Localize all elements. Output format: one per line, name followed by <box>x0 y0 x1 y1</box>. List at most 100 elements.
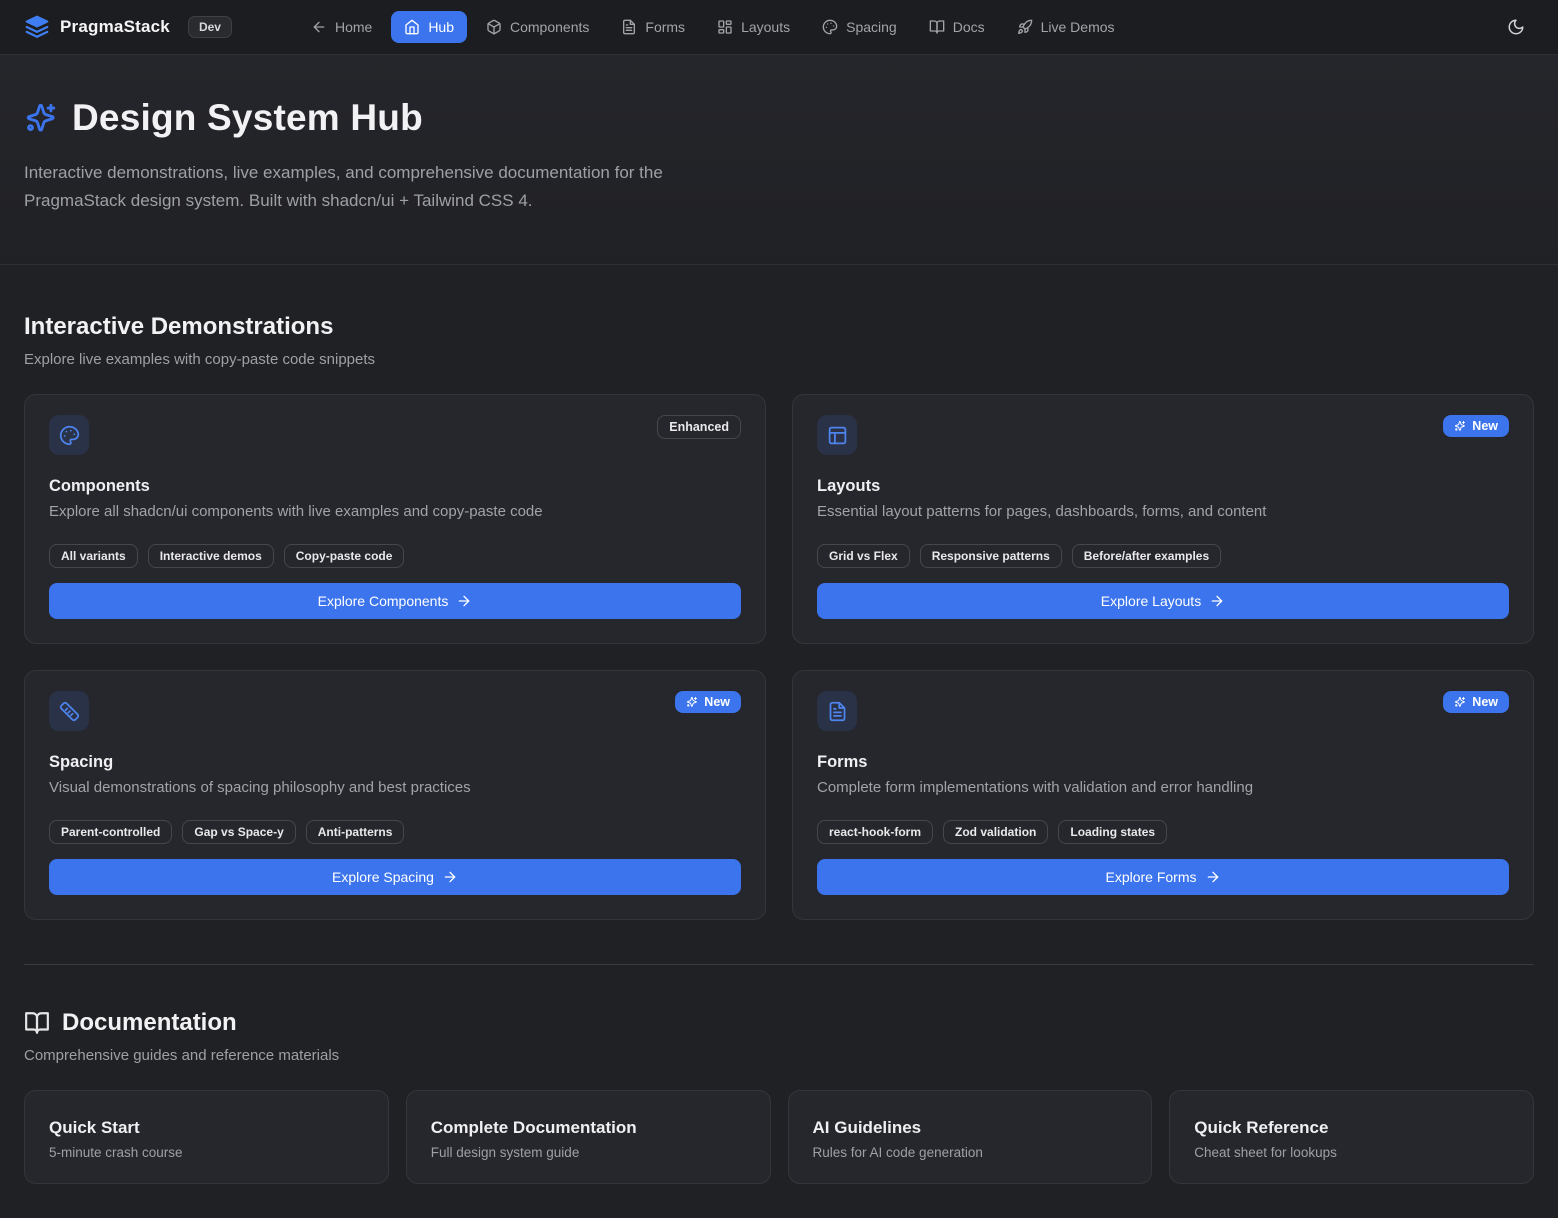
explore-spacing-button[interactable]: Explore Spacing <box>49 859 741 895</box>
nav-item-spacing[interactable]: Spacing <box>809 11 910 43</box>
sparkles-icon <box>24 101 58 135</box>
doc-card-ai-guidelines[interactable]: AI Guidelines Rules for AI code generati… <box>788 1090 1153 1184</box>
home-icon <box>404 19 420 35</box>
card-description: Explore all shadcn/ui components with li… <box>49 503 741 520</box>
layers-icon <box>24 14 50 40</box>
arrow-right-icon <box>456 593 472 609</box>
section-divider <box>24 964 1534 965</box>
doc-card-quick-start[interactable]: Quick Start 5-minute crash course <box>24 1090 389 1184</box>
card-icon-tile <box>49 691 89 731</box>
arrow-left-icon <box>311 19 327 35</box>
demo-card-grid: Enhanced Components Explore all shadcn/u… <box>24 394 1534 920</box>
rocket-icon <box>1017 19 1033 35</box>
new-badge: New <box>1443 415 1509 437</box>
nav-label: Forms <box>645 19 685 35</box>
file-text-icon <box>827 701 848 722</box>
panels-top-left-icon <box>827 425 848 446</box>
hero-section: Design System Hub Interactive demonstrat… <box>0 55 1558 265</box>
nav-item-hub[interactable]: Hub <box>391 11 467 43</box>
explore-components-button[interactable]: Explore Components <box>49 583 741 619</box>
arrow-right-icon <box>1205 869 1221 885</box>
nav-item-forms[interactable]: Forms <box>608 11 698 43</box>
badge-label: New <box>1472 419 1498 433</box>
nav-item-docs[interactable]: Docs <box>916 11 998 43</box>
tag: Zod validation <box>943 820 1048 844</box>
demo-card-layouts: New Layouts Essential layout patterns fo… <box>792 394 1534 644</box>
nav-label: Live Demos <box>1041 19 1115 35</box>
tag: Grid vs Flex <box>817 544 910 568</box>
card-description: Visual demonstrations of spacing philoso… <box>49 779 741 796</box>
documentation-section: Documentation Comprehensive guides and r… <box>0 1009 1558 1210</box>
demo-card-spacing: New Spacing Visual demonstrations of spa… <box>24 670 766 920</box>
explore-forms-button[interactable]: Explore Forms <box>817 859 1509 895</box>
card-icon-tile <box>49 415 89 455</box>
doc-card-complete-documentation[interactable]: Complete Documentation Full design syste… <box>406 1090 771 1184</box>
nav-item-home[interactable]: Home <box>298 11 385 43</box>
tag-row: react-hook-form Zod validation Loading s… <box>817 820 1509 844</box>
card-icon-tile <box>817 415 857 455</box>
card-icon-tile <box>817 691 857 731</box>
page-title: Design System Hub <box>72 97 423 139</box>
demos-section-title: Interactive Demonstrations <box>24 313 1534 341</box>
demo-card-components: Enhanced Components Explore all shadcn/u… <box>24 394 766 644</box>
moon-icon <box>1507 18 1525 36</box>
doc-card-title: Complete Documentation <box>431 1118 746 1138</box>
brand-name: PragmaStack <box>60 17 170 37</box>
documentation-subtitle: Comprehensive guides and reference mater… <box>24 1047 1534 1064</box>
card-title: Layouts <box>817 477 1509 496</box>
nav-label: Docs <box>953 19 985 35</box>
doc-card-title: Quick Reference <box>1194 1118 1509 1138</box>
doc-card-title: Quick Start <box>49 1118 364 1138</box>
documentation-title-row: Documentation <box>24 1009 1534 1037</box>
demos-section-subtitle: Explore live examples with copy-paste co… <box>24 351 1534 368</box>
brand[interactable]: PragmaStack Dev <box>24 14 232 40</box>
new-badge: New <box>1443 691 1509 713</box>
box-icon <box>486 19 502 35</box>
ruler-icon <box>59 701 80 722</box>
doc-card-description: Cheat sheet for lookups <box>1194 1145 1509 1160</box>
palette-icon <box>59 425 80 446</box>
book-open-icon <box>24 1010 50 1036</box>
nav-item-layouts[interactable]: Layouts <box>704 11 803 43</box>
book-open-icon <box>929 19 945 35</box>
cta-label: Explore Spacing <box>332 869 434 885</box>
cta-label: Explore Components <box>318 593 449 609</box>
nav-item-live-demos[interactable]: Live Demos <box>1004 11 1128 43</box>
nav-label: Hub <box>428 19 454 35</box>
cta-label: Explore Layouts <box>1101 593 1201 609</box>
tag: Copy-paste code <box>284 544 405 568</box>
doc-card-title: AI Guidelines <box>813 1118 1128 1138</box>
sparkles-icon <box>1454 696 1466 708</box>
card-head: New <box>817 691 1509 731</box>
nav-item-components[interactable]: Components <box>473 11 602 43</box>
nav-label: Components <box>510 19 589 35</box>
documentation-title: Documentation <box>62 1009 237 1037</box>
sparkles-icon <box>686 696 698 708</box>
cta-label: Explore Forms <box>1105 869 1196 885</box>
doc-card-description: 5-minute crash course <box>49 1145 364 1160</box>
tag: react-hook-form <box>817 820 933 844</box>
card-description: Essential layout patterns for pages, das… <box>817 503 1509 520</box>
card-title: Forms <box>817 753 1509 772</box>
hero-subtitle: Interactive demonstrations, live example… <box>24 159 769 214</box>
badge-label: New <box>1472 695 1498 709</box>
nav-label: Spacing <box>846 19 897 35</box>
card-head: New <box>817 415 1509 455</box>
tag-row: All variants Interactive demos Copy-past… <box>49 544 741 568</box>
tag: All variants <box>49 544 138 568</box>
sparkles-icon <box>1454 420 1466 432</box>
card-description: Complete form implementations with valid… <box>817 779 1509 796</box>
nav-label: Home <box>335 19 372 35</box>
tag-row: Parent-controlled Gap vs Space-y Anti-pa… <box>49 820 741 844</box>
arrow-right-icon <box>442 869 458 885</box>
top-navbar: PragmaStack Dev Home Hub Components Form… <box>0 0 1558 55</box>
card-title: Components <box>49 477 741 496</box>
main-nav: Home Hub Components Forms Layouts Spacin… <box>298 11 1128 43</box>
doc-card-quick-reference[interactable]: Quick Reference Cheat sheet for lookups <box>1169 1090 1534 1184</box>
tag: Anti-patterns <box>306 820 405 844</box>
card-head: New <box>49 691 741 731</box>
theme-toggle-button[interactable] <box>1498 9 1534 45</box>
explore-layouts-button[interactable]: Explore Layouts <box>817 583 1509 619</box>
demo-card-forms: New Forms Complete form implementations … <box>792 670 1534 920</box>
palette-icon <box>822 19 838 35</box>
